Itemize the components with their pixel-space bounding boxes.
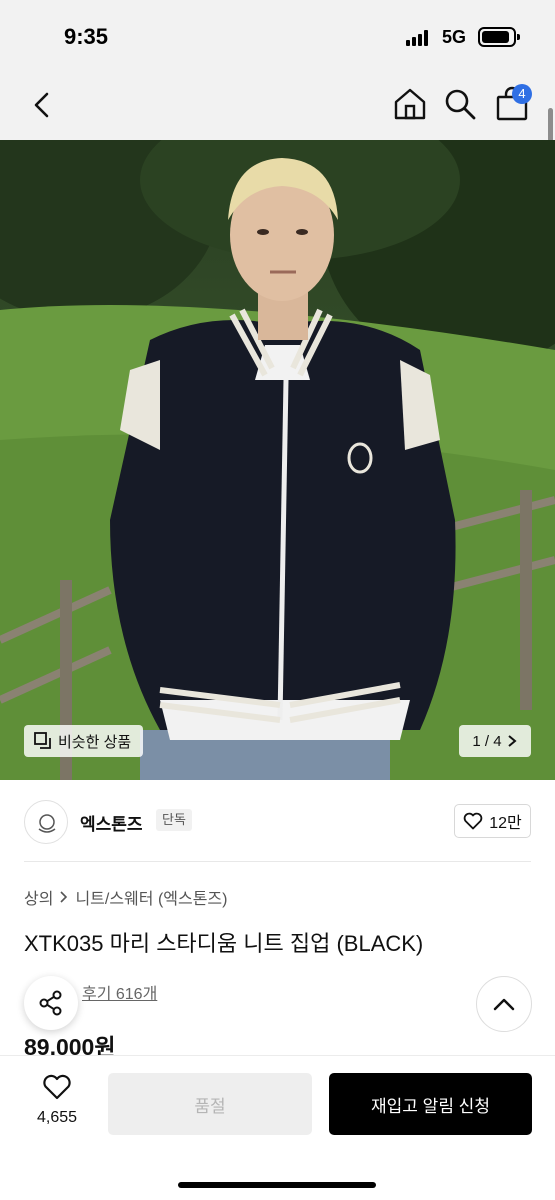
product-title: XTK035 마리 스타디움 니트 집업 (BLACK) — [24, 931, 424, 956]
status-bar: 9:35 5G — [0, 0, 555, 70]
home-indicator — [178, 1182, 376, 1188]
top-navbar — [0, 70, 555, 140]
chevron-right-icon — [60, 891, 68, 903]
breadcrumb-subcategory[interactable]: 니트/스웨터 (엑스톤즈) — [75, 885, 227, 909]
scroll-top-button[interactable] — [476, 976, 532, 1032]
share-button[interactable] — [24, 976, 78, 1030]
brand-name[interactable]: 엑스톤즈 — [80, 810, 143, 835]
status-time: 9:35 — [64, 24, 109, 49]
chevron-up-icon — [493, 998, 515, 1011]
similar-items-icon — [34, 732, 51, 749]
heart-icon — [463, 812, 483, 830]
brand-like-button[interactable]: 12만 — [454, 804, 531, 838]
product-photo — [0, 140, 555, 780]
exclusive-badge: 단독 — [156, 809, 192, 831]
soldout-button: 품절 — [108, 1073, 312, 1135]
back-icon[interactable] — [26, 88, 60, 122]
divider — [24, 861, 531, 862]
heart-icon — [43, 1074, 71, 1100]
battery-icon — [478, 27, 520, 47]
similar-products-label: 비슷한 상품 — [58, 733, 132, 751]
search-icon[interactable] — [442, 86, 478, 122]
signal-icon — [406, 30, 432, 46]
brand-logo[interactable] — [24, 800, 68, 844]
product-like-count: 4,655 — [36, 1109, 78, 1126]
scroll-indicator — [548, 108, 553, 142]
product-image[interactable]: 비슷한 상품 1 / 4 — [0, 140, 555, 780]
home-icon[interactable] — [392, 86, 428, 122]
bottom-action-bar: 4,655 품절 재입고 알림 신청 — [0, 1055, 555, 1200]
network-label: 5G — [442, 27, 467, 47]
image-pager-label: 1 / 4 — [472, 732, 502, 750]
breadcrumb: 상의 니트/스웨터 (엑스톤즈) — [24, 885, 227, 909]
review-link[interactable]: 후기 616개 — [82, 980, 157, 1004]
brand-row: 엑스톤즈 단독 12만 — [0, 780, 555, 860]
restock-alert-button[interactable]: 재입고 알림 신청 — [329, 1073, 532, 1135]
product-like-button[interactable]: 4,655 — [26, 1074, 88, 1127]
brand-like-count: 12만 — [489, 815, 522, 832]
breadcrumb-category[interactable]: 상의 — [24, 885, 53, 909]
chevron-right-icon — [507, 735, 517, 747]
cart-count-badge: 4 — [512, 84, 532, 104]
brand-emblem-icon — [38, 814, 56, 833]
share-icon — [39, 990, 62, 1016]
image-pager[interactable]: 1 / 4 — [459, 725, 531, 757]
similar-products-button[interactable]: 비슷한 상품 — [24, 725, 144, 757]
